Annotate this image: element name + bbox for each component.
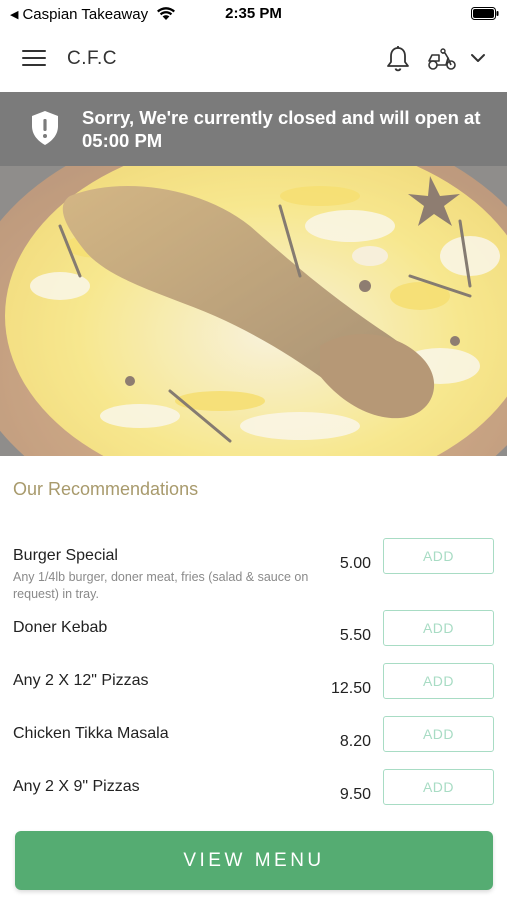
app-header: C.F.C bbox=[0, 28, 507, 92]
status-bar: ◀ Caspian Takeaway 2:35 PM bbox=[0, 0, 507, 28]
chevron-down-icon[interactable] bbox=[470, 51, 486, 65]
page-title: C.F.C bbox=[67, 48, 117, 69]
shield-alert-icon bbox=[32, 111, 58, 145]
item-name: Doner Kebab bbox=[13, 619, 108, 636]
item-price: 5.50 bbox=[339, 627, 371, 644]
hero-overlay bbox=[0, 166, 507, 456]
item-name: Any 2 X 12" Pizzas bbox=[13, 672, 149, 689]
scooter-icon[interactable] bbox=[426, 47, 458, 71]
battery-icon bbox=[471, 7, 499, 20]
add-button[interactable]: ADD bbox=[383, 769, 494, 805]
item-name: Any 2 X 9" Pizzas bbox=[13, 778, 140, 795]
item-price: 5.00 bbox=[339, 555, 371, 572]
add-button[interactable]: ADD bbox=[383, 610, 494, 646]
closed-banner: Sorry, We're currently closed and will o… bbox=[0, 92, 507, 166]
item-name: Burger Special bbox=[13, 547, 118, 564]
add-button[interactable]: ADD bbox=[383, 716, 494, 752]
item-name: Chicken Tikka Masala bbox=[13, 725, 169, 742]
closed-message: Sorry, We're currently closed and will o… bbox=[82, 107, 481, 151]
add-button[interactable]: ADD bbox=[383, 538, 494, 574]
item-price: 9.50 bbox=[339, 786, 371, 803]
add-button[interactable]: ADD bbox=[383, 663, 494, 699]
recommendations-title: Our Recommendations bbox=[13, 479, 199, 499]
item-price: 12.50 bbox=[330, 680, 371, 697]
item-price: 8.20 bbox=[339, 733, 371, 750]
item-description: Any 1/4lb burger, doner meat, fries (sal… bbox=[13, 570, 309, 601]
view-menu-button[interactable]: VIEW MENU bbox=[15, 831, 493, 890]
status-time: 2:35 PM bbox=[225, 5, 282, 22]
bell-icon[interactable] bbox=[385, 45, 411, 73]
hero-food-image bbox=[0, 166, 507, 456]
menu-icon[interactable] bbox=[22, 50, 46, 68]
